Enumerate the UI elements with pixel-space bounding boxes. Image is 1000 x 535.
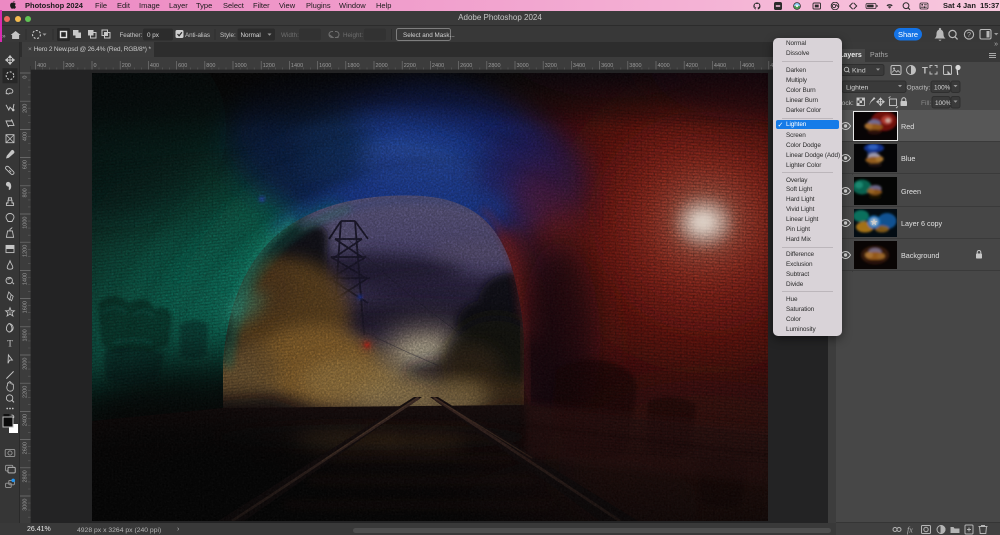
- svg-text:1800: 1800: [23, 329, 29, 341]
- svg-text:4000: 4000: [658, 63, 670, 69]
- svg-text:2800: 2800: [488, 63, 500, 69]
- svg-text:1600: 1600: [319, 63, 331, 69]
- svg-text:Width:: Width:: [281, 32, 299, 39]
- svg-text:0: 0: [94, 63, 97, 69]
- svg-text:2400: 2400: [432, 63, 444, 69]
- svg-text:3600: 3600: [601, 63, 613, 69]
- svg-text:2000: 2000: [376, 63, 388, 69]
- svg-text:Kind: Kind: [852, 67, 866, 74]
- svg-text:600: 600: [23, 160, 29, 169]
- svg-text:?: ?: [967, 30, 971, 39]
- svg-text:4200: 4200: [686, 63, 698, 69]
- svg-text:4400: 4400: [714, 63, 726, 69]
- svg-text:3000: 3000: [23, 499, 29, 511]
- svg-text:2600: 2600: [460, 63, 472, 69]
- svg-text:fx: fx: [907, 526, 913, 535]
- svg-text:1200: 1200: [263, 63, 275, 69]
- svg-text:Opacity:: Opacity:: [907, 84, 931, 91]
- svg-text:400: 400: [37, 63, 46, 69]
- svg-text:0: 0: [23, 76, 29, 79]
- svg-text:600: 600: [178, 63, 187, 69]
- svg-text:400: 400: [23, 132, 29, 141]
- svg-text:1000: 1000: [235, 63, 247, 69]
- svg-text:T: T: [7, 339, 13, 350]
- svg-text:Style:: Style:: [220, 32, 236, 39]
- svg-text:3000: 3000: [517, 63, 529, 69]
- svg-text:1600: 1600: [23, 301, 29, 313]
- svg-text:Height:: Height:: [343, 32, 363, 39]
- svg-text:4600: 4600: [742, 63, 754, 69]
- svg-text:T: T: [922, 66, 928, 77]
- svg-text:1400: 1400: [23, 273, 29, 285]
- svg-text:2600: 2600: [23, 442, 29, 454]
- svg-text:3400: 3400: [573, 63, 585, 69]
- svg-text:3200: 3200: [545, 63, 557, 69]
- svg-text:Select and Mask...: Select and Mask...: [403, 32, 455, 39]
- svg-text:100%: 100%: [934, 84, 951, 91]
- svg-text:Lighten: Lighten: [846, 84, 869, 91]
- svg-text:2200: 2200: [23, 386, 29, 398]
- svg-text:Normal: Normal: [241, 32, 261, 39]
- svg-text:1200: 1200: [23, 245, 29, 257]
- svg-text:Fill:: Fill:: [921, 100, 931, 107]
- svg-text:2800: 2800: [23, 470, 29, 482]
- svg-text:200: 200: [122, 63, 131, 69]
- svg-text:0 px: 0 px: [147, 32, 160, 39]
- svg-text:1400: 1400: [291, 63, 303, 69]
- svg-text:3800: 3800: [629, 63, 641, 69]
- svg-text:Share: Share: [898, 30, 918, 39]
- svg-text:1000: 1000: [23, 217, 29, 229]
- svg-text:200: 200: [23, 104, 29, 113]
- svg-text:100%: 100%: [935, 100, 952, 107]
- svg-text:2000: 2000: [23, 358, 29, 370]
- svg-text:2200: 2200: [404, 63, 416, 69]
- svg-text:Feather:: Feather:: [120, 32, 143, 39]
- svg-text:2400: 2400: [23, 414, 29, 426]
- svg-text:800: 800: [23, 188, 29, 197]
- svg-text:400: 400: [150, 63, 159, 69]
- svg-text:Anti-alias: Anti-alias: [185, 32, 210, 39]
- svg-text:1800: 1800: [347, 63, 359, 69]
- svg-text:800: 800: [206, 63, 215, 69]
- svg-text:200: 200: [65, 63, 74, 69]
